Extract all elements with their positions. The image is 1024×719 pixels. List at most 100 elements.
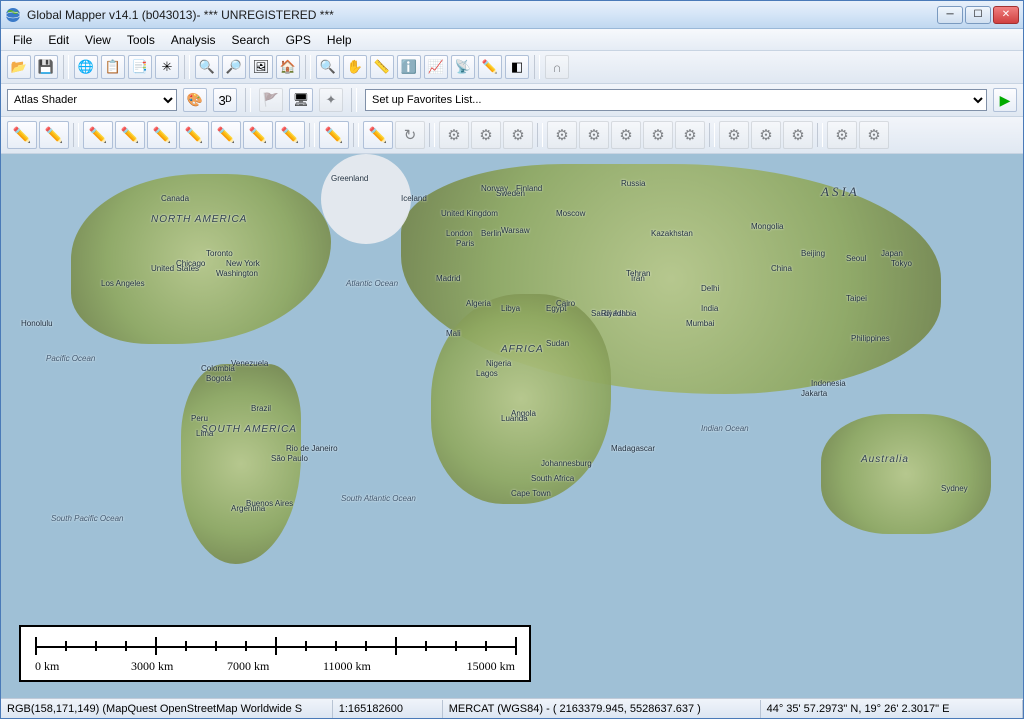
map-label: Warsaw — [501, 226, 530, 235]
tool-d[interactable]: ⚙ — [547, 121, 577, 149]
favorites-select[interactable]: Set up Favorites List... — [365, 89, 987, 111]
edit-point-button[interactable]: ✏️ — [319, 121, 349, 149]
map-label: Seoul — [846, 254, 866, 263]
map-label: Venezuela — [231, 359, 268, 368]
pan-tool-button[interactable]: ✋ — [343, 55, 367, 79]
map-label: Lagos — [476, 369, 498, 378]
separator — [309, 123, 315, 147]
map-label: Madrid — [436, 274, 460, 283]
digitizer-tool-button[interactable]: ✏️ — [478, 55, 502, 79]
map-label: South Africa — [531, 474, 574, 483]
path-profile-button[interactable]: 📈 — [424, 55, 448, 79]
minimize-button[interactable]: ─ — [937, 6, 963, 24]
separator — [305, 55, 311, 79]
maximize-button[interactable]: ☐ — [965, 6, 991, 24]
shader-toolbar: Atlas Shader 🎨 3ᴰ 🚩 🖥 ✦ Set up Favorites… — [1, 84, 1023, 117]
save-button[interactable]: 💾 — [34, 55, 58, 79]
map-label: Cairo — [556, 299, 575, 308]
map-label: Moscow — [556, 209, 585, 218]
ocean-label: Atlantic Ocean — [346, 279, 398, 288]
info-tool-button[interactable]: ℹ️ — [397, 55, 421, 79]
map-label: São Paulo — [271, 454, 308, 463]
tool-h[interactable]: ⚙ — [675, 121, 705, 149]
window-title: Global Mapper v14.1 (b043013)- *** UNREG… — [27, 8, 937, 22]
map-label: Sydney — [941, 484, 968, 493]
map-label: London — [446, 229, 473, 238]
full-view-button[interactable]: 🖼 — [249, 55, 273, 79]
home-button[interactable]: 🏠 — [276, 55, 300, 79]
online-sources-button[interactable]: 🌐 — [74, 55, 98, 79]
text-button[interactable]: ✏️ — [275, 121, 305, 149]
map-label: Kazakhstan — [651, 229, 693, 238]
tool-b[interactable]: ⚙ — [471, 121, 501, 149]
run-favorite-button[interactable]: ▶ — [993, 88, 1017, 112]
menu-gps[interactable]: GPS — [278, 30, 319, 50]
map-viewport[interactable]: ASIA NORTH AMERICA SOUTH AMERICA AFRICA … — [1, 154, 1023, 698]
map-label: Libya — [501, 304, 520, 313]
main-toolbar: 📂 💾 🌐 📋 📑 ✳ 🔍 🔎 🖼 🏠 🔍 ✋ 📏 ℹ️ 📈 📡 ✏️ ◧ ∩ — [1, 51, 1023, 84]
cogo-button[interactable]: ✏️ — [179, 121, 209, 149]
menu-help[interactable]: Help — [319, 30, 360, 50]
map-label: Iceland — [401, 194, 427, 203]
tool-e[interactable]: ⚙ — [579, 121, 609, 149]
app-window: Global Mapper v14.1 (b043013)- *** UNREG… — [0, 0, 1024, 719]
map-label: Los Angeles — [101, 279, 145, 288]
zoom-in-button[interactable]: 🔍 — [195, 55, 219, 79]
menu-file[interactable]: File — [5, 30, 40, 50]
grid-button[interactable]: ✏️ — [243, 121, 273, 149]
3d-view-button[interactable]: 3ᴰ — [213, 88, 237, 112]
config-button[interactable]: 📑 — [128, 55, 152, 79]
map-label: New York — [226, 259, 260, 268]
zoom-tool-button[interactable]: 🔍 — [316, 55, 340, 79]
map-label: Taipei — [846, 294, 867, 303]
map-label: Algeria — [466, 299, 491, 308]
scale-label: 15000 km — [419, 659, 515, 674]
image-swipe-button[interactable]: ◧ — [505, 55, 529, 79]
tool-l[interactable]: ⚙ — [827, 121, 857, 149]
tool-k[interactable]: ⚙ — [783, 121, 813, 149]
create-area-button[interactable]: ✏️ — [83, 121, 113, 149]
map-label: Russia — [621, 179, 645, 188]
shader-options-button[interactable]: 🎨 — [183, 88, 207, 112]
ocean-label: Pacific Ocean — [46, 354, 95, 363]
tool-g[interactable]: ⚙ — [643, 121, 673, 149]
close-button[interactable]: ✕ — [993, 6, 1019, 24]
map-label: India — [701, 304, 718, 313]
menu-edit[interactable]: Edit — [40, 30, 77, 50]
tool-c[interactable]: ⚙ — [503, 121, 533, 149]
tool-i[interactable]: ⚙ — [719, 121, 749, 149]
menu-analysis[interactable]: Analysis — [163, 30, 224, 50]
tool-m[interactable]: ⚙ — [859, 121, 889, 149]
map-label: China — [771, 264, 792, 273]
shader-select[interactable]: Atlas Shader — [7, 89, 177, 111]
refresh-button[interactable]: ✦ — [319, 88, 343, 112]
measure-tool-button[interactable]: 📏 — [370, 55, 394, 79]
menu-search[interactable]: Search — [224, 30, 278, 50]
menu-tools[interactable]: Tools — [119, 30, 163, 50]
open-button[interactable]: 📂 — [7, 55, 31, 79]
create-point-button[interactable]: ✏️ — [7, 121, 37, 149]
circle-button[interactable]: ✏️ — [211, 121, 241, 149]
tool-j[interactable]: ⚙ — [751, 121, 781, 149]
tool-f[interactable]: ⚙ — [611, 121, 641, 149]
map-label: Johannesburg — [541, 459, 592, 468]
trace-button[interactable]: ✏️ — [115, 121, 145, 149]
zoom-out-button[interactable]: 🔎 — [222, 55, 246, 79]
menu-view[interactable]: View — [77, 30, 119, 50]
continent-label: AFRICA — [501, 344, 544, 355]
move-button[interactable]: ✏️ — [363, 121, 393, 149]
raster-options-button[interactable]: ✳ — [155, 55, 179, 79]
statusbar: RGB(158,171,149) (MapQuest OpenStreetMap… — [1, 698, 1023, 718]
map-label: Canada — [161, 194, 189, 203]
monitor-button[interactable]: 🖥 — [289, 88, 313, 112]
unknown-tool-button[interactable]: ∩ — [545, 55, 569, 79]
map-label: Mongolia — [751, 222, 783, 231]
view-shed-button[interactable]: 📡 — [451, 55, 475, 79]
scale-label: 0 km — [35, 659, 131, 674]
map-layout-button[interactable]: 📋 — [101, 55, 125, 79]
rotate-button[interactable]: ↻ — [395, 121, 425, 149]
freehand-button[interactable]: ✏️ — [147, 121, 177, 149]
create-line-button[interactable]: ✏️ — [39, 121, 69, 149]
flag-button[interactable]: 🚩 — [259, 88, 283, 112]
tool-a[interactable]: ⚙ — [439, 121, 469, 149]
